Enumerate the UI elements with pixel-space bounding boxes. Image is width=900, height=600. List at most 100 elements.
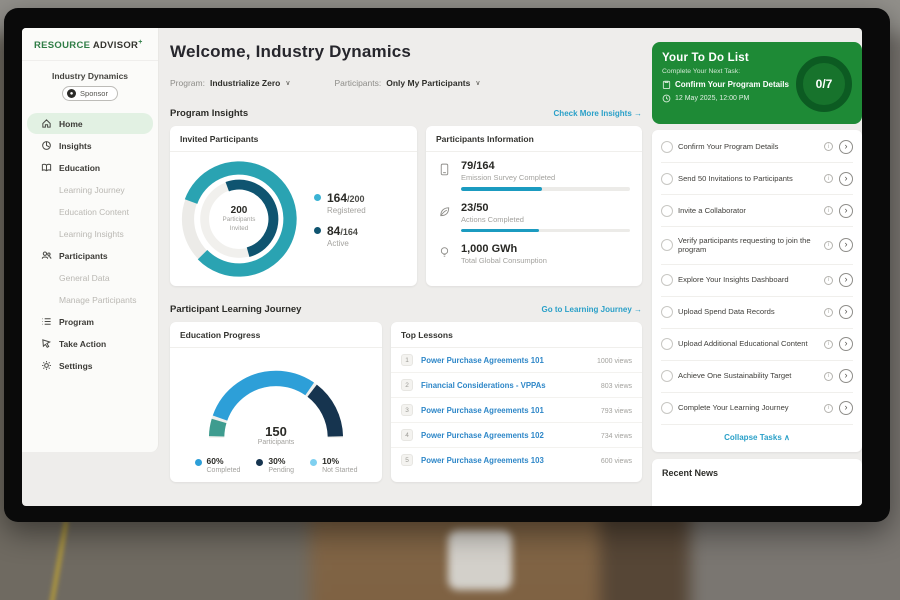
sidebar-item-home[interactable]: Home — [27, 113, 153, 134]
clock-icon — [662, 94, 671, 103]
leaf-icon — [438, 205, 451, 218]
chevron-right-icon[interactable]: › — [839, 273, 853, 287]
sidebar-item-learning-journey[interactable]: Learning Journey — [27, 179, 153, 200]
task-row[interactable]: Explore Your Insights Dashboard i › — [661, 265, 853, 297]
chevron-right-icon[interactable]: › — [839, 369, 853, 383]
sidebar-item-take-action[interactable]: Take Action — [27, 333, 153, 354]
todo-counter: 0/7 — [816, 77, 833, 91]
book-icon — [41, 162, 52, 173]
gauge-legend: 60%Completed 30%Pending 10%Not Started — [176, 456, 376, 474]
task-row[interactable]: Upload Additional Educational Content i … — [661, 329, 853, 361]
task-row[interactable]: Send 50 Invitations to Participants i › — [661, 163, 853, 195]
lesson-link[interactable]: Power Purchase Agreements 103 — [421, 456, 601, 465]
lesson-views: 793 views — [601, 405, 632, 415]
task-row[interactable]: Upload Spend Data Records i › — [661, 297, 853, 329]
brand-logo: RESOURCE ADVISOR+ — [22, 28, 158, 61]
info-icon[interactable]: i — [824, 276, 833, 285]
task-checkbox[interactable] — [661, 306, 673, 318]
recent-news-title: Recent News — [662, 468, 852, 478]
lessons-list: 1 Power Purchase Agreements 101 1000 vie… — [391, 348, 642, 472]
sidebar-item-learning-insights[interactable]: Learning Insights — [27, 223, 153, 244]
task-label: Verify participants requesting to join t… — [678, 236, 819, 256]
lesson-row: 4 Power Purchase Agreements 102 734 view… — [391, 423, 642, 448]
info-icon[interactable]: i — [824, 308, 833, 317]
check-more-insights-link[interactable]: Check More Insights → — [554, 109, 642, 118]
task-checkbox[interactable] — [661, 205, 673, 217]
gauge-center-label: Participants — [196, 439, 356, 446]
chevron-right-icon[interactable]: › — [839, 140, 853, 154]
sidebar-item-label: Learning Insights — [59, 229, 124, 239]
insights-card-row: Invited Participants 200 — [170, 126, 642, 286]
task-row[interactable]: Verify participants requesting to join t… — [661, 227, 853, 265]
chevron-right-icon[interactable]: › — [839, 401, 853, 415]
donut-legend: 164/200 Registered 84/164 Active — [314, 182, 366, 257]
legend-value: 10% — [322, 456, 339, 466]
sidebar-item-education[interactable]: Education — [27, 157, 153, 178]
info-label: Total Global Consumption — [461, 256, 630, 265]
sponsor-badge[interactable]: ●Sponsor — [62, 86, 118, 101]
info-icon[interactable]: i — [824, 340, 833, 349]
lesson-row: 2 Financial Considerations - VPPAs 803 v… — [391, 373, 642, 398]
participants-label: Participants: — [334, 78, 381, 88]
invited-participants-card: Invited Participants 200 — [170, 126, 417, 286]
task-checkbox[interactable] — [661, 274, 673, 286]
home-icon — [41, 118, 52, 129]
program-dropdown[interactable]: Program: Industrialize Zero ∨ — [170, 78, 290, 88]
filter-bar: Program: Industrialize Zero ∨ Participan… — [170, 78, 480, 88]
sidebar-item-insights[interactable]: Insights — [27, 135, 153, 156]
chevron-right-icon[interactable]: › — [839, 305, 853, 319]
brand-primary: RESOURCE — [34, 40, 90, 51]
task-row[interactable]: Invite a Collaborator i › — [661, 195, 853, 227]
info-icon[interactable]: i — [824, 241, 833, 250]
legend-value: 30% — [268, 456, 285, 466]
sidebar-item-general-data[interactable]: General Data — [27, 267, 153, 288]
info-value: 23/50 — [461, 202, 630, 214]
invited-donut-chart: 200 Participants Invited — [178, 158, 300, 280]
chevron-right-icon[interactable]: › — [839, 204, 853, 218]
task-checkbox[interactable] — [661, 141, 673, 153]
task-checkbox[interactable] — [661, 402, 673, 414]
sidebar-item-label: Learning Journey — [59, 185, 125, 195]
monitor-bezel: RESOURCE ADVISOR+ Industry Dynamics ●Spo… — [4, 8, 890, 522]
section-title: Program Insights — [170, 108, 248, 119]
collapse-tasks-link[interactable]: Collapse Tasks ∧ — [661, 425, 853, 451]
info-icon[interactable]: i — [824, 142, 833, 151]
sidebar-item-education-content[interactable]: Education Content — [27, 201, 153, 222]
lesson-link[interactable]: Power Purchase Agreements 101 — [421, 356, 597, 365]
task-label: Confirm Your Program Details — [678, 142, 819, 152]
sidebar-item-label: Participants — [59, 251, 108, 261]
lesson-link[interactable]: Power Purchase Agreements 101 — [421, 406, 601, 415]
info-icon[interactable]: i — [824, 174, 833, 183]
bulb-icon — [438, 246, 451, 259]
lesson-link[interactable]: Power Purchase Agreements 102 — [421, 431, 601, 440]
go-to-learning-journey-link[interactable]: Go to Learning Journey → — [542, 305, 642, 314]
lesson-link[interactable]: Financial Considerations - VPPAs — [421, 381, 601, 390]
task-row[interactable]: Complete Your Learning Journey i › — [661, 393, 853, 425]
sidebar-item-program[interactable]: Program — [27, 311, 153, 332]
task-label: Achieve One Sustainability Target — [678, 371, 819, 381]
sidebar-item-settings[interactable]: Settings — [27, 355, 153, 376]
task-row[interactable]: Achieve One Sustainability Target i › — [661, 361, 853, 393]
task-checkbox[interactable] — [661, 370, 673, 382]
chevron-right-icon[interactable]: › — [839, 337, 853, 351]
participants-dropdown[interactable]: Participants: Only My Participants ∨ — [334, 78, 480, 88]
sidebar-item-manage-participants[interactable]: Manage Participants — [27, 289, 153, 310]
info-icon[interactable]: i — [824, 206, 833, 215]
lesson-views: 803 views — [601, 380, 632, 390]
chevron-right-icon[interactable]: › — [839, 238, 853, 252]
clipboard-icon — [662, 80, 671, 89]
task-label: Invite a Collaborator — [678, 206, 819, 216]
lesson-views: 1000 views — [597, 355, 632, 365]
task-row[interactable]: Confirm Your Program Details i › — [661, 131, 853, 163]
sidebar-item-label: Home — [59, 119, 83, 129]
task-checkbox[interactable] — [661, 239, 673, 251]
info-icon[interactable]: i — [824, 372, 833, 381]
legend-dot — [314, 194, 321, 201]
legend-item-completed: 60%Completed — [195, 456, 241, 474]
info-icon[interactable]: i — [824, 404, 833, 413]
sidebar-item-participants[interactable]: Participants — [27, 245, 153, 266]
chevron-right-icon[interactable]: › — [839, 172, 853, 186]
task-checkbox[interactable] — [661, 173, 673, 185]
task-checkbox[interactable] — [661, 338, 673, 350]
card-title: Invited Participants — [170, 126, 417, 152]
